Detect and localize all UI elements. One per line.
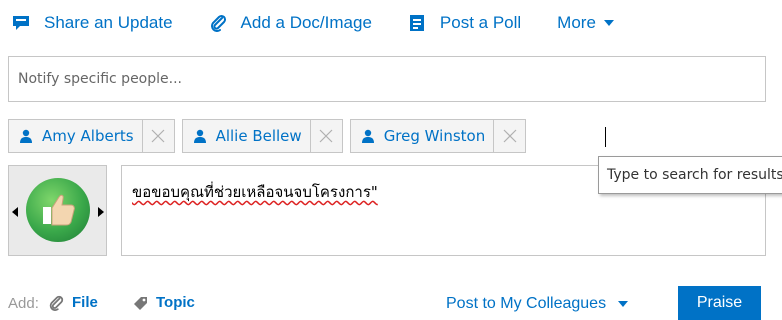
recipient-pill: Greg Winston [349, 119, 527, 153]
next-badge-arrow-icon[interactable] [98, 207, 104, 217]
speech-bubble-icon [12, 14, 30, 32]
tab-more-label: More [557, 13, 596, 32]
add-topic-label: Topic [156, 294, 195, 311]
tab-post-poll-label: Post a Poll [439, 13, 522, 32]
praise-badge-picker[interactable] [8, 165, 107, 256]
tab-add-doc-image-label: Add a Doc/Image [240, 13, 372, 32]
previous-badge-arrow-icon[interactable] [12, 207, 18, 217]
tooltip-text: Type to search for results [607, 167, 782, 183]
chevron-down-icon [618, 301, 629, 307]
paperclip-icon [48, 295, 64, 311]
message-text: ขอขอบคุณที่ช่วยเหลือจนจบโครงการ" [132, 183, 378, 201]
person-icon [193, 129, 207, 143]
tab-share-update[interactable]: Share an Update [12, 13, 173, 33]
add-file-button[interactable]: File [48, 294, 98, 311]
person-icon [19, 129, 33, 143]
tag-icon [132, 295, 148, 311]
post-to-dropdown[interactable]: Post to My Colleagues [446, 295, 629, 313]
tab-post-poll[interactable]: Post a Poll [408, 13, 521, 33]
remove-recipient-button[interactable] [493, 120, 525, 152]
recipient-name-link[interactable]: Greg Winston [351, 120, 494, 152]
text-cursor [605, 127, 606, 147]
search-tooltip: Type to search for results [598, 156, 782, 194]
notify-placeholder: Notify specific people... [18, 71, 182, 87]
recipient-pill: Allie Bellew [181, 119, 343, 153]
remove-recipient-button[interactable] [309, 120, 342, 152]
thumbs-up-icon [26, 178, 90, 242]
close-icon [319, 129, 333, 143]
composer-footer: Add: File Topic Post to My Colleagues Pr… [8, 286, 768, 320]
recipient-name-link[interactable]: Amy Alberts [9, 120, 142, 152]
post-to-label: Post to My Colleagues [446, 295, 607, 312]
recipient-list: Amy Alberts Allie Bellew Greg Winston [8, 116, 533, 156]
close-icon [503, 129, 517, 143]
add-topic-button[interactable]: Topic [132, 294, 195, 311]
tab-add-doc-image[interactable]: Add a Doc/Image [209, 13, 372, 33]
chevron-down-icon [603, 20, 614, 26]
notify-people-input[interactable]: Notify specific people... [8, 56, 766, 102]
recipient-name: Greg Winston [383, 127, 486, 145]
recipient-name-link[interactable]: Allie Bellew [183, 120, 310, 152]
action-tabs: Share an Update Add a Doc/Image Post a P… [12, 8, 614, 38]
recipient-name: Amy Alberts [42, 127, 134, 145]
remove-recipient-button[interactable] [141, 120, 174, 152]
recipient-pill: Amy Alberts [8, 119, 175, 153]
recipient-name: Allie Bellew [215, 127, 302, 145]
tab-more[interactable]: More [557, 13, 614, 33]
poll-icon [408, 14, 426, 32]
add-file-label: File [72, 294, 98, 311]
close-icon [151, 129, 165, 143]
add-label: Add: [8, 295, 39, 312]
person-icon [361, 129, 375, 143]
paperclip-icon [209, 14, 227, 32]
praise-button[interactable]: Praise [678, 286, 761, 320]
tab-share-update-label: Share an Update [44, 13, 173, 32]
